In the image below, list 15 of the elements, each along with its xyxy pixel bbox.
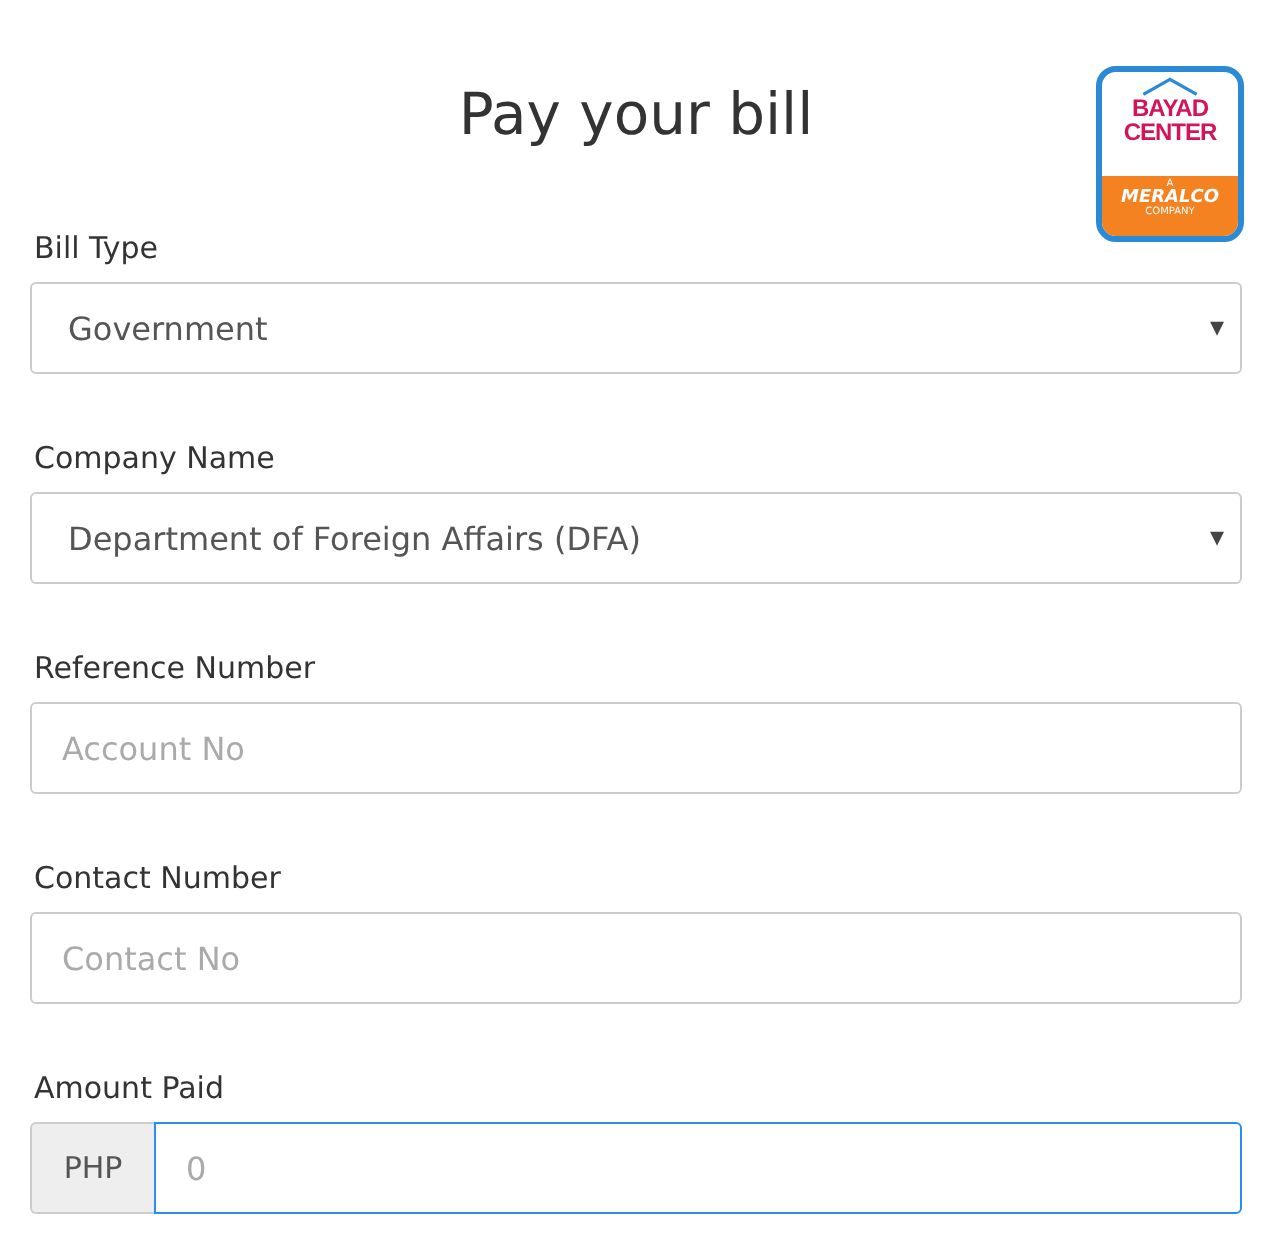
field-label: Bill Type	[34, 230, 159, 266]
field-label: Company Name	[34, 440, 275, 476]
field-label: Amount Paid	[34, 1070, 224, 1106]
input-field[interactable]: Account No	[30, 702, 1242, 794]
select-field[interactable]: Department of Foreign Affairs (DFA) ▾	[30, 492, 1242, 584]
logo-text: MERALCO	[1121, 190, 1219, 208]
input-field[interactable]: Contact No	[30, 912, 1242, 1004]
logo-text: CENTER	[1123, 120, 1217, 144]
currency-addon: PHP	[30, 1122, 154, 1214]
amount-field[interactable]: 0	[154, 1122, 1242, 1214]
field-label: Reference Number	[34, 650, 316, 686]
logo-text: BAYAD	[1132, 96, 1208, 120]
field-label: Contact Number	[34, 860, 281, 896]
page-title: Pay your bill	[458, 84, 814, 148]
select-field[interactable]: Government ▾	[30, 282, 1242, 374]
